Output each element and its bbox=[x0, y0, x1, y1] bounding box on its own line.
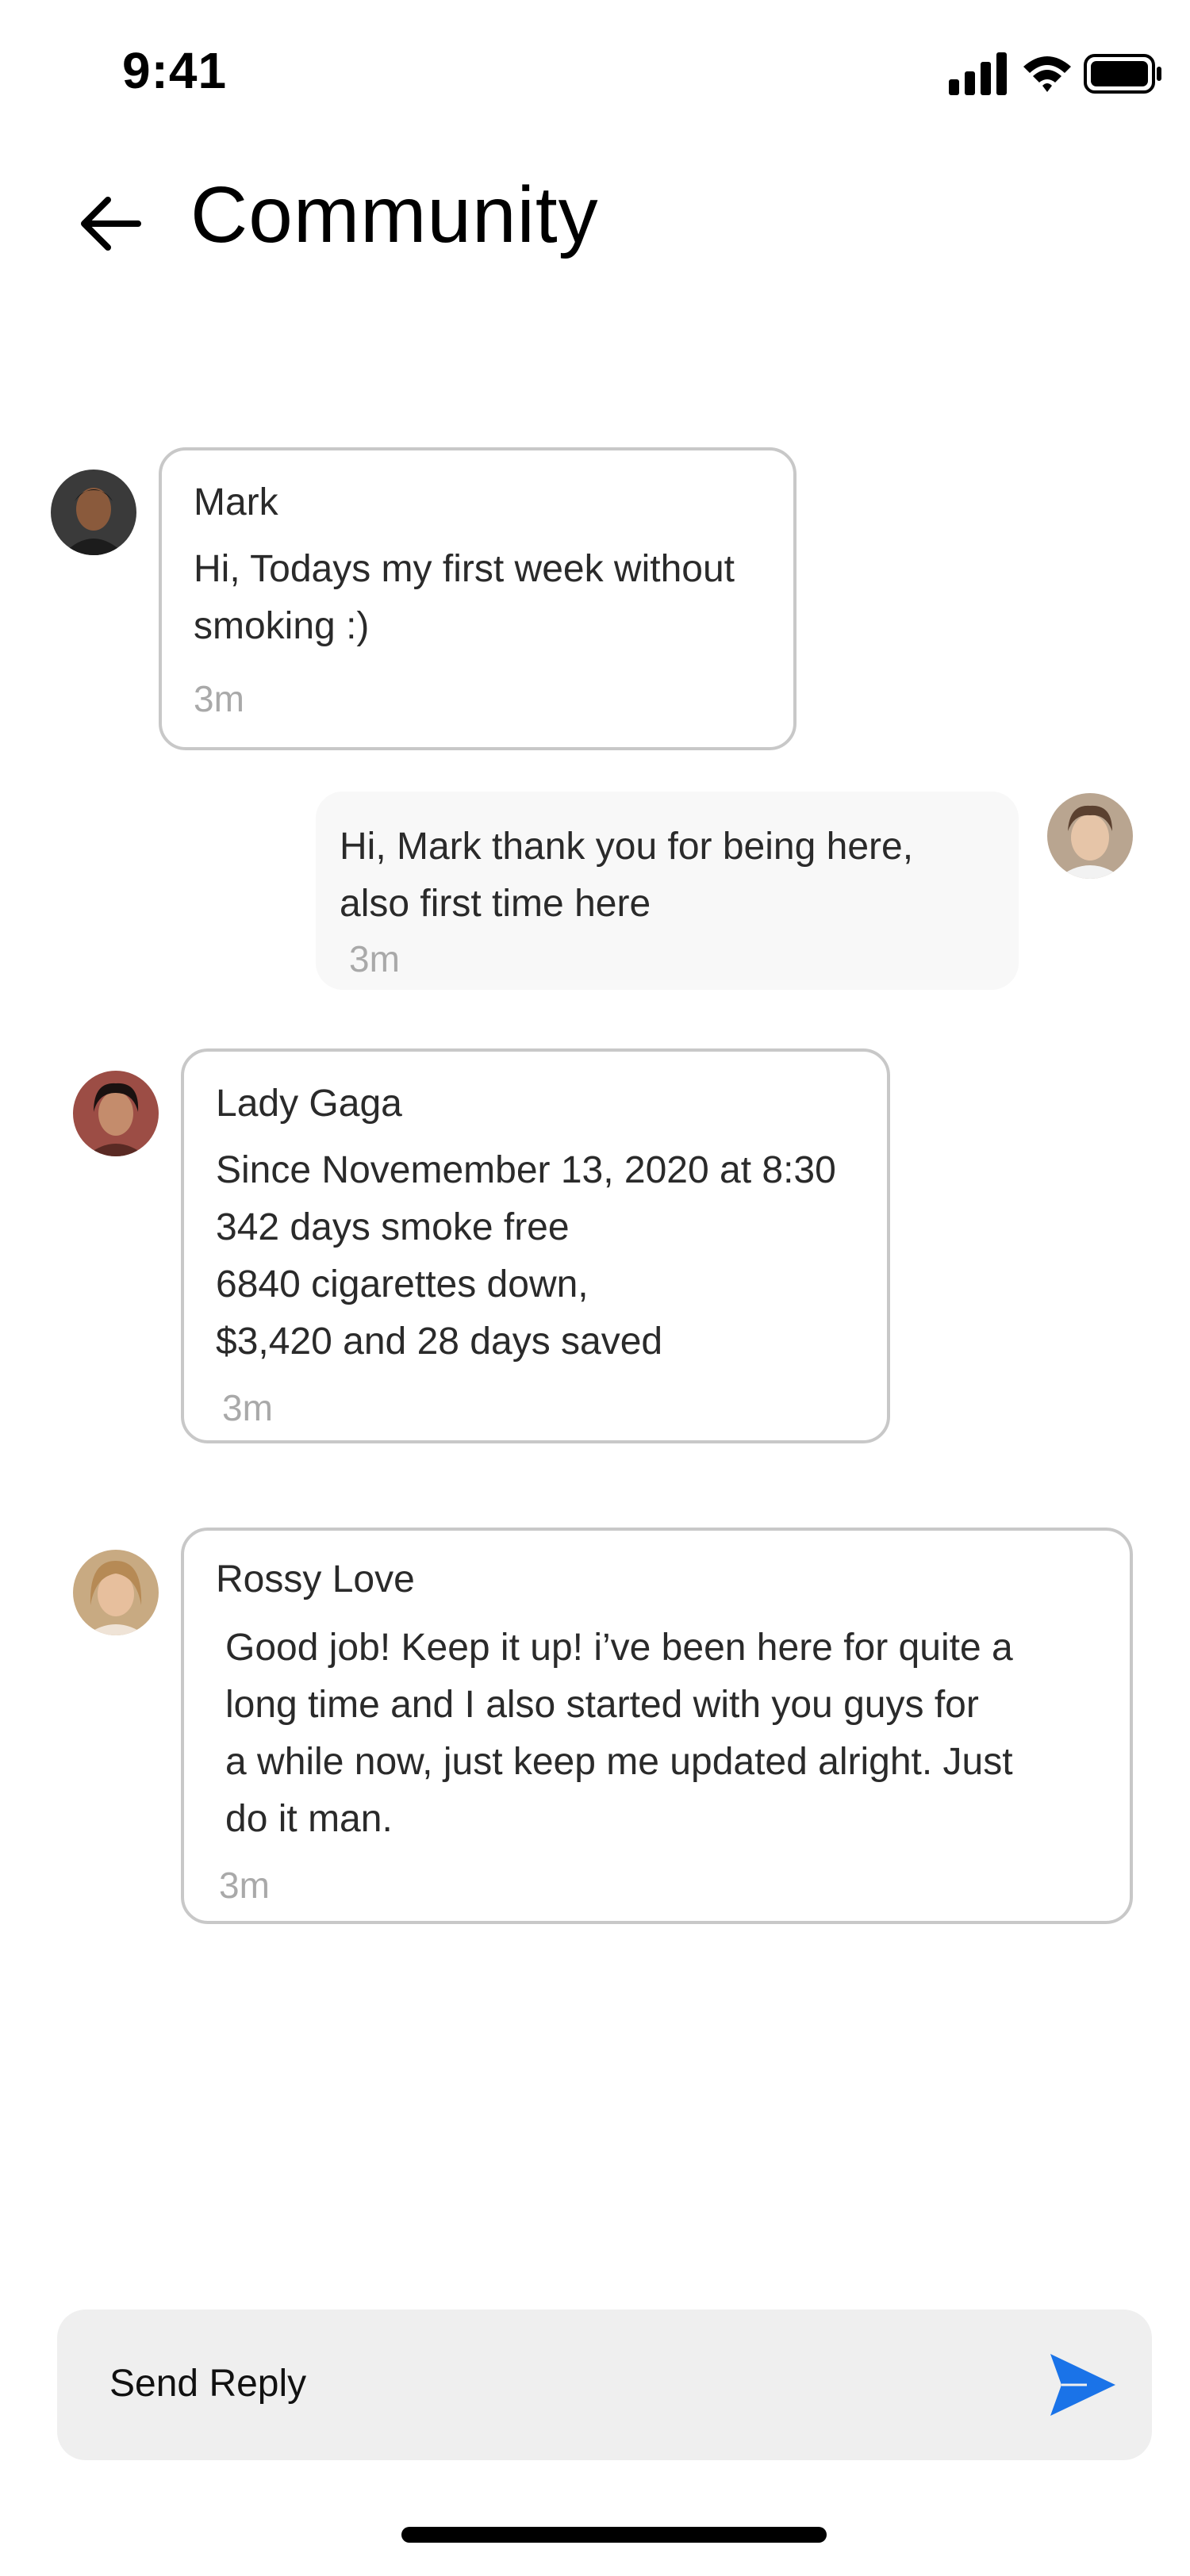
reply-placeholder: Send Reply bbox=[109, 2363, 307, 2405]
message-line: 6840 cigarettes down, bbox=[216, 1263, 589, 1305]
message-timestamp: 3m bbox=[349, 938, 400, 979]
message-line: Hi, Mark thank you for being here, bbox=[340, 826, 914, 868]
message-text: Hi, Mark thank you for being here, also … bbox=[340, 818, 913, 933]
message-line: also first time here bbox=[340, 883, 651, 925]
message-timestamp: 3m bbox=[222, 1387, 273, 1428]
sender-name[interactable]: Rossy Love bbox=[216, 1558, 415, 1601]
sender-name[interactable]: Lady Gaga bbox=[216, 1082, 402, 1125]
message-line: $3,420 and 28 days saved bbox=[216, 1321, 663, 1363]
message-line: 342 days smoke free bbox=[216, 1206, 570, 1248]
message-line: a while now, just keep me updated alrigh… bbox=[225, 1741, 1013, 1783]
avatar-current-user[interactable] bbox=[1047, 793, 1133, 879]
avatar-mark[interactable] bbox=[51, 470, 136, 555]
message-line: Hi, Todays my first week without bbox=[194, 548, 735, 590]
message-line: smoking :) bbox=[194, 605, 370, 647]
message-text: Good job! Keep it up! i’ve been here for… bbox=[225, 1620, 1013, 1848]
battery-icon bbox=[1084, 54, 1161, 94]
message-bubble: Mark Hi, Todays my first week without sm… bbox=[159, 447, 797, 750]
home-indicator bbox=[401, 2527, 827, 2543]
avatar-rossy-love[interactable] bbox=[73, 1550, 159, 1635]
message-line: long time and I also started with you gu… bbox=[225, 1684, 979, 1726]
message-timestamp: 3m bbox=[194, 678, 244, 719]
reply-input[interactable]: Send Reply bbox=[57, 2310, 1152, 2460]
arrow-left-icon bbox=[81, 197, 141, 251]
back-button[interactable] bbox=[76, 184, 148, 263]
own-message-bubble: Hi, Mark thank you for being here, also … bbox=[316, 792, 1019, 990]
message-text: Since Novemember 13, 2020 at 8:30 342 da… bbox=[216, 1142, 836, 1370]
send-icon bbox=[1050, 2354, 1115, 2416]
status-time: 9:41 bbox=[122, 42, 228, 99]
message-line: do it man. bbox=[225, 1798, 393, 1840]
wifi-icon bbox=[1023, 56, 1071, 92]
message-line: Good job! Keep it up! i’ve been here for… bbox=[225, 1627, 1013, 1669]
message-line: Since Novemember 13, 2020 at 8:30 bbox=[216, 1149, 836, 1191]
send-button[interactable] bbox=[1047, 2351, 1119, 2419]
message-bubble: Lady Gaga Since Novemember 13, 2020 at 8… bbox=[181, 1048, 890, 1443]
sender-name[interactable]: Mark bbox=[194, 481, 278, 524]
message-timestamp: 3m bbox=[219, 1865, 270, 1906]
message-text: Hi, Todays my first week without smoking… bbox=[194, 541, 735, 655]
page-title: Community bbox=[190, 171, 599, 259]
message-bubble: Rossy Love Good job! Keep it up! i’ve be… bbox=[181, 1528, 1133, 1924]
status-icons bbox=[949, 51, 1161, 98]
avatar-lady-gaga[interactable] bbox=[73, 1071, 159, 1156]
cellular-signal-icon bbox=[949, 52, 1007, 95]
